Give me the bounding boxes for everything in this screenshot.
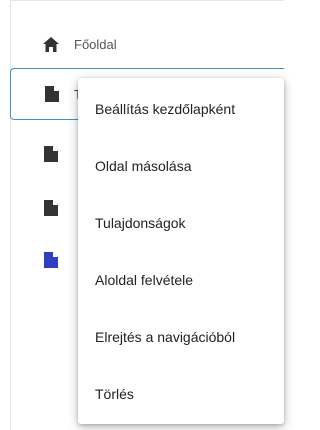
page-icon (42, 251, 60, 269)
nav-item-home-label: Főoldal (74, 36, 117, 52)
page-icon (42, 199, 60, 217)
menu-item-properties[interactable]: Tulajdonságok (78, 194, 284, 251)
nav-item-home[interactable]: Főoldal (11, 20, 284, 68)
home-icon (42, 35, 60, 53)
menu-item-add-subpage[interactable]: Aloldal felvétele (78, 251, 284, 308)
page-icon (43, 85, 61, 103)
page-tree-panel: Főoldal T (0, 0, 284, 430)
panel-top-border (10, 0, 284, 1)
menu-item-set-as-home[interactable]: Beállítás kezdőlapként (78, 80, 284, 137)
menu-item-hide-from-navigation[interactable]: Elrejtés a navigációból (78, 308, 284, 365)
page-icon (42, 145, 60, 163)
context-menu: Beállítás kezdőlapként Oldal másolása Tu… (78, 78, 284, 424)
menu-item-delete[interactable]: Törlés (78, 365, 284, 422)
menu-item-copy-page[interactable]: Oldal másolása (78, 137, 284, 194)
